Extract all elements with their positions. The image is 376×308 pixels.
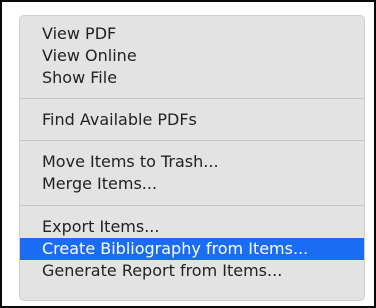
menu-item-view-online[interactable]: View Online — [20, 45, 364, 67]
menu-item-move-to-trash[interactable]: Move Items to Trash... — [20, 151, 364, 173]
menu-item-show-file[interactable]: Show File — [20, 67, 364, 89]
menu-separator — [20, 205, 364, 206]
menu-item-export-items[interactable]: Export Items... — [20, 216, 364, 238]
menu-item-create-bibliography[interactable]: Create Bibliography from Items... — [20, 238, 364, 260]
menu-item-view-pdf[interactable]: View PDF — [20, 23, 364, 45]
menu-separator — [20, 140, 364, 141]
menu-item-find-available-pdfs[interactable]: Find Available PDFs — [20, 109, 364, 131]
menu-item-merge-items[interactable]: Merge Items... — [20, 173, 364, 195]
menu-separator — [20, 98, 364, 99]
context-menu: View PDF View Online Show File Find Avai… — [20, 16, 364, 300]
menu-item-generate-report[interactable]: Generate Report from Items... — [20, 260, 364, 282]
screenshot-frame: View PDF View Online Show File Find Avai… — [0, 0, 376, 308]
